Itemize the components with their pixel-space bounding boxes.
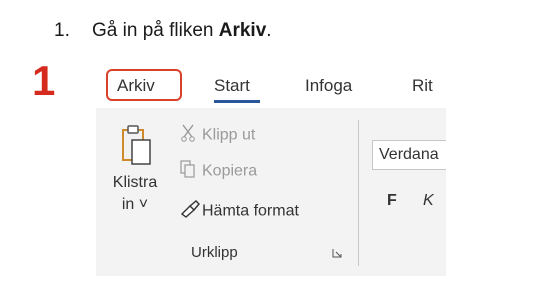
tab-draw[interactable]: Rit (412, 76, 433, 96)
step-emphasis: Arkiv (218, 20, 267, 41)
format-painter-icon (180, 200, 202, 223)
cut-label: Klipp ut (202, 126, 256, 144)
paste-icon (122, 125, 151, 165)
copy-icon (180, 160, 202, 183)
tab-file-label: Arkiv (117, 76, 155, 95)
tab-insert[interactable]: Infoga (305, 76, 352, 96)
format-painter-label: Hämta format (202, 202, 299, 220)
tab-insert-label: Infoga (305, 76, 353, 95)
paste-label: Klistra in ˅ (106, 172, 164, 216)
bold-button[interactable]: F (387, 192, 397, 210)
active-tab-indicator (214, 100, 260, 103)
tab-home-label: Start (214, 76, 250, 95)
instruction-step: 1. Gå in på fliken Arkiv. (54, 20, 272, 42)
callout-number: 1 (32, 57, 56, 104)
scissors-icon (180, 124, 202, 147)
ribbon-panel: Klistra in ˅ Klipp ut Kopiera Hämta form… (96, 108, 446, 276)
italic-button[interactable]: K (423, 192, 434, 210)
group-separator (358, 120, 359, 266)
step-period: . (266, 20, 272, 41)
cut-button[interactable]: Klipp ut (180, 124, 255, 147)
tab-draw-label: Rit (412, 76, 433, 95)
tab-file[interactable]: Arkiv (106, 69, 182, 101)
copy-label: Kopiera (202, 162, 258, 180)
format-painter-button[interactable]: Hämta format (180, 200, 299, 223)
paste-label-line2: in ˅ (121, 196, 149, 213)
ribbon-tabs: Arkiv Start Infoga Rit (96, 62, 446, 108)
ribbon: Arkiv Start Infoga Rit Klistra in ˅ Klip… (96, 62, 446, 276)
font-name-value: Verdana (379, 146, 439, 163)
step-text: Gå in på fliken (92, 20, 219, 41)
tab-home[interactable]: Start (214, 76, 260, 103)
paste-label-line1: Klistra (112, 174, 158, 191)
copy-button[interactable]: Kopiera (180, 160, 257, 183)
clipboard-group-label: Urklipp (191, 244, 238, 261)
step-number: 1. (54, 20, 70, 41)
font-name-box[interactable]: Verdana (372, 140, 446, 170)
